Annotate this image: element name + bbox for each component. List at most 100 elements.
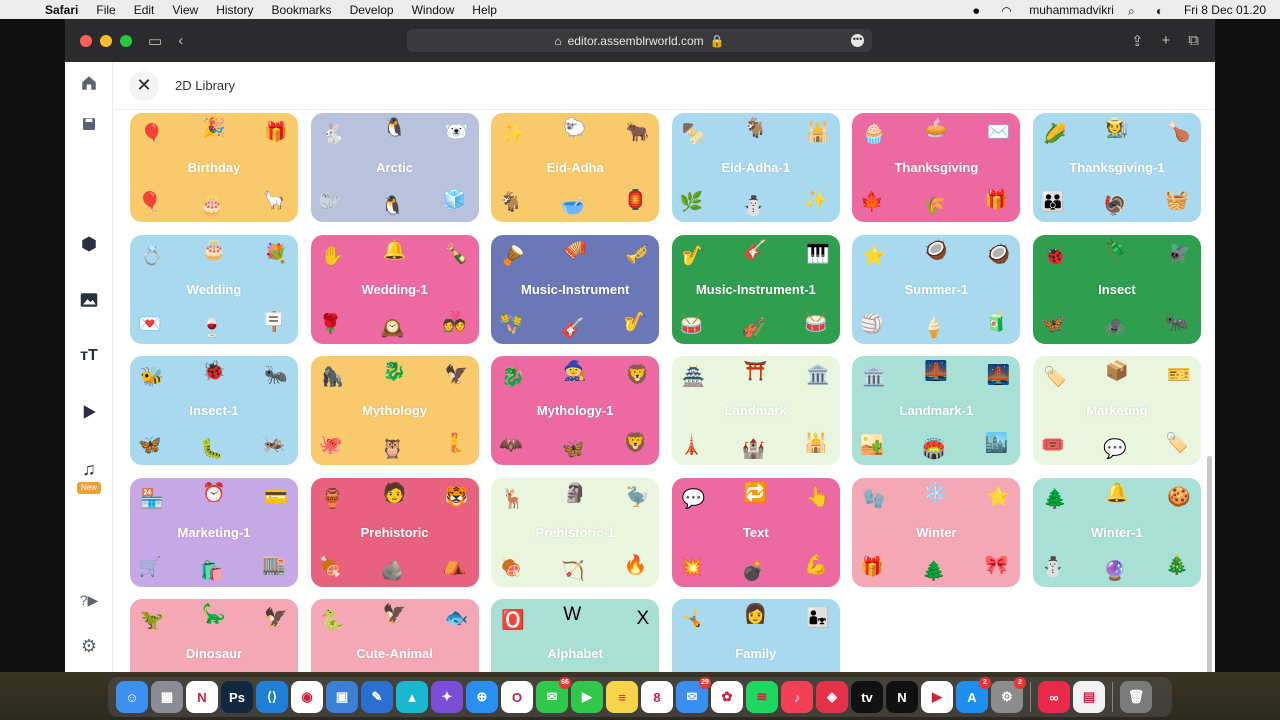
desktop-left — [0, 19, 65, 679]
library-card[interactable]: 💬 🔁 👆 💥 💣 💪 Text — [671, 477, 840, 587]
library-card[interactable]: 🧤 ❄️ ⭐ 🎁 🌲 🎀 Winter — [852, 477, 1021, 587]
library-card[interactable]: 🏷️ 📦 🎫 🎟️ 💬 🏷️ Marketing — [1032, 356, 1201, 466]
record-icon[interactable]: ⏺ — [973, 4, 987, 18]
calendar-icon[interactable]: 8 — [641, 681, 673, 713]
save-icon[interactable] — [78, 113, 100, 135]
safari-icon[interactable]: ⊕ — [466, 681, 498, 713]
card-label: Cute-Animal — [356, 646, 433, 662]
library-card[interactable]: 🐇 🐧 🐻‍❄️ 🦭 🐧 🧊 Arctic — [310, 113, 479, 222]
menu-view[interactable]: View — [163, 3, 207, 17]
menu-develop[interactable]: Develop — [341, 3, 403, 17]
image-icon[interactable] — [78, 289, 100, 311]
library-grid-area[interactable]: 🎈 🎉 🎁 🎈 🎂 🦙 Birthday 🐇 🐧 🐻‍❄️ 🦭 🐧 🧊 Arctic ✨ 🐑 🐂 🐐 🥣 🏮 Eid-A… — [114, 111, 1215, 672]
notes-icon[interactable]: ≡ — [606, 681, 638, 713]
library-card[interactable]: ✋ 🔔 🍾 🌹 🕰️ 💑 Wedding-1 — [310, 234, 479, 344]
appstore-icon[interactable]: A2 — [956, 677, 991, 713]
close-library-button[interactable]: ✕ — [129, 70, 159, 101]
menu-help[interactable]: Help — [463, 3, 506, 17]
dock-glyph: ≋ — [756, 689, 768, 704]
trash-icon[interactable]: 🗑 — [1120, 681, 1152, 713]
notion-icon[interactable]: N — [186, 681, 218, 713]
spotify-icon[interactable]: ≋ — [746, 681, 778, 713]
library-card[interactable]: 🌲 🔔 🍪 ⛄ 🔮 🎄 Winter-1 — [1032, 477, 1201, 587]
library-card[interactable]: 🎷 🎸 🎹 🥁 🎻 🥁 Music-Instrument-1 — [671, 234, 840, 344]
music-icon[interactable]: ♪ — [781, 681, 813, 713]
menu-edit[interactable]: Edit — [125, 3, 164, 17]
facetime-icon[interactable]: ▶ — [571, 681, 603, 713]
vscode-icon[interactable]: ⟨⟩ — [256, 681, 288, 713]
menu-file[interactable]: File — [87, 3, 124, 17]
notes-widget-icon[interactable]: ▤ — [1073, 681, 1105, 713]
affinity-icon[interactable]: ✦ — [431, 681, 463, 713]
zoom-window-button[interactable] — [120, 34, 132, 47]
library-card[interactable]: 🐝 🐞 🐜 🦋 🐛 🦗 Insect-1 — [130, 356, 298, 466]
library-card[interactable]: ⭐ 🥥 🥥 🏐 🍦 🧃 Summer-1 — [852, 234, 1021, 344]
netflix-icon[interactable]: N — [886, 681, 918, 713]
library-card[interactable]: 🏪 ⏰ 💳 🛒 🛍️ 🏬 Marketing-1 — [130, 477, 298, 587]
messages-icon[interactable]: ✉ 66 — [536, 677, 571, 713]
tab-overview-icon[interactable]: ⧉ — [1188, 32, 1199, 50]
app-icon-2[interactable]: ◈ — [816, 681, 848, 713]
launchpad-icon[interactable]: ▦ — [151, 681, 183, 713]
home-icon[interactable] — [78, 72, 100, 94]
library-card[interactable]: 🐞 🪲 🪰 🦋 🕷️ 🐜 Insect — [1032, 234, 1201, 344]
control-center-icon[interactable]: ◐ — [1156, 4, 1170, 18]
library-card[interactable]: 🐉 🧙 🦁 🦇 🦋 🦁 Mythology-1 — [491, 356, 660, 466]
menu-app-name[interactable]: Safari — [36, 3, 87, 17]
cube-icon[interactable] — [78, 233, 100, 255]
library-card[interactable]: 🤸 👩 👨‍👧 Family — [671, 599, 840, 672]
library-card[interactable]: 🦍 🐉 🦅 🐙 🦉 🧜 Mythology — [310, 356, 479, 466]
back-icon[interactable]: ‹ — [178, 32, 183, 49]
opera-icon[interactable]: O — [501, 681, 533, 713]
finder-icon[interactable]: ☺ — [116, 681, 148, 713]
library-card[interactable]: 🦌 🗿 🦤 🍖 🏹 🔥 Prehistoric-1 — [491, 477, 660, 587]
library-card[interactable]: 🦖 🦕 🦅 Dinosaur — [130, 599, 298, 672]
library-card[interactable]: 🅾️ W X Alphabet — [491, 599, 660, 672]
library-card[interactable]: 💍 🎂 💐 💌 🍷 🪧 Wedding — [130, 234, 298, 344]
library-card[interactable]: 🏯 ⛩️ 🏛️ 🗼 🏰 🕌 Landmark — [671, 356, 840, 466]
minimize-window-button[interactable] — [100, 34, 112, 47]
wifi-icon[interactable]: ◠ — [1001, 4, 1015, 18]
close-window-button[interactable] — [80, 34, 92, 47]
menu-bookmarks[interactable]: Bookmarks — [263, 3, 341, 17]
library-card[interactable]: 🐍 🦅 🐟 Cute-Animal — [310, 599, 479, 672]
card-illustration-icon: 🪗 — [563, 239, 587, 261]
settings-icon[interactable]: ⚙ 2 — [991, 677, 1026, 713]
library-card[interactable]: 🍢 🐐 🕌 🌿 ⛄ ✨ Eid-Adha-1 — [671, 113, 840, 222]
library-card[interactable]: 🎈 🎉 🎁 🎈 🎂 🦙 Birthday — [130, 113, 298, 222]
search-icon[interactable]: ⌕ — [1128, 4, 1142, 18]
gear-icon[interactable]: ⚙ — [78, 635, 100, 657]
new-tab-icon[interactable]: + — [1162, 32, 1171, 50]
dock-glyph: 8 — [653, 689, 661, 705]
photoshop-icon[interactable]: Ps — [221, 681, 253, 713]
text-icon[interactable]: тT — [78, 345, 100, 367]
preview-icon[interactable]: ▣ — [326, 681, 358, 713]
library-card[interactable]: 🧁 🥧 ✉️ 🍁 🌾 🎁 Thanksgiving — [852, 113, 1021, 222]
help-video-icon[interactable]: ?▶ — [78, 589, 100, 611]
more-icon[interactable]: ••• — [851, 34, 864, 47]
creative-cloud-icon[interactable]: ∞ — [1038, 681, 1070, 713]
app-icon-1[interactable]: ◉ — [291, 681, 323, 713]
menu-clock[interactable]: Fri 8 Dec 01.20 — [1184, 3, 1266, 17]
files-icon[interactable]: ▲ — [396, 681, 428, 713]
youtube-icon[interactable]: ▶ — [921, 681, 953, 713]
appletv-icon[interactable]: tv — [851, 681, 883, 713]
library-card[interactable]: 🏺 🧑 🐯 🍖 🪨 ⛺ Prehistoric — [310, 477, 479, 587]
menu-user[interactable]: muhammadvikri — [1029, 3, 1114, 17]
photos-icon[interactable]: ✿ — [711, 681, 743, 713]
card-illustration-icon: 🏐 — [860, 313, 885, 335]
address-bar[interactable]: ⌂ editor.assemblrworld.com 🔒 ••• — [407, 29, 872, 52]
menu-window[interactable]: Window — [403, 3, 464, 17]
music-icon[interactable]: ♫ — [78, 458, 100, 480]
library-card[interactable]: 🌽 🧑‍🌾 🍗 👪 🦃 🧺 Thanksgiving-1 — [1032, 113, 1201, 222]
scrollbar[interactable] — [1207, 456, 1212, 672]
share-icon[interactable]: ⇪ — [1131, 32, 1144, 50]
sidebar-toggle-icon[interactable]: ▭ — [148, 32, 162, 50]
library-card[interactable]: 🏛️ 🌉 🌉 🏜️ 🏟️ 🏙️ Landmark-1 — [852, 356, 1021, 466]
play-icon[interactable] — [78, 401, 100, 423]
pen-app-icon[interactable]: ✎ — [361, 681, 393, 713]
library-card[interactable]: ✨ 🐑 🐂 🐐 🥣 🏮 Eid-Adha — [491, 113, 660, 222]
mail-icon[interactable]: ✉ 29 — [676, 677, 711, 713]
library-card[interactable]: 🪘 🪗 🎺 🪇 🎸 🎷 Music-Instrument — [491, 234, 660, 344]
menu-history[interactable]: History — [207, 3, 262, 17]
